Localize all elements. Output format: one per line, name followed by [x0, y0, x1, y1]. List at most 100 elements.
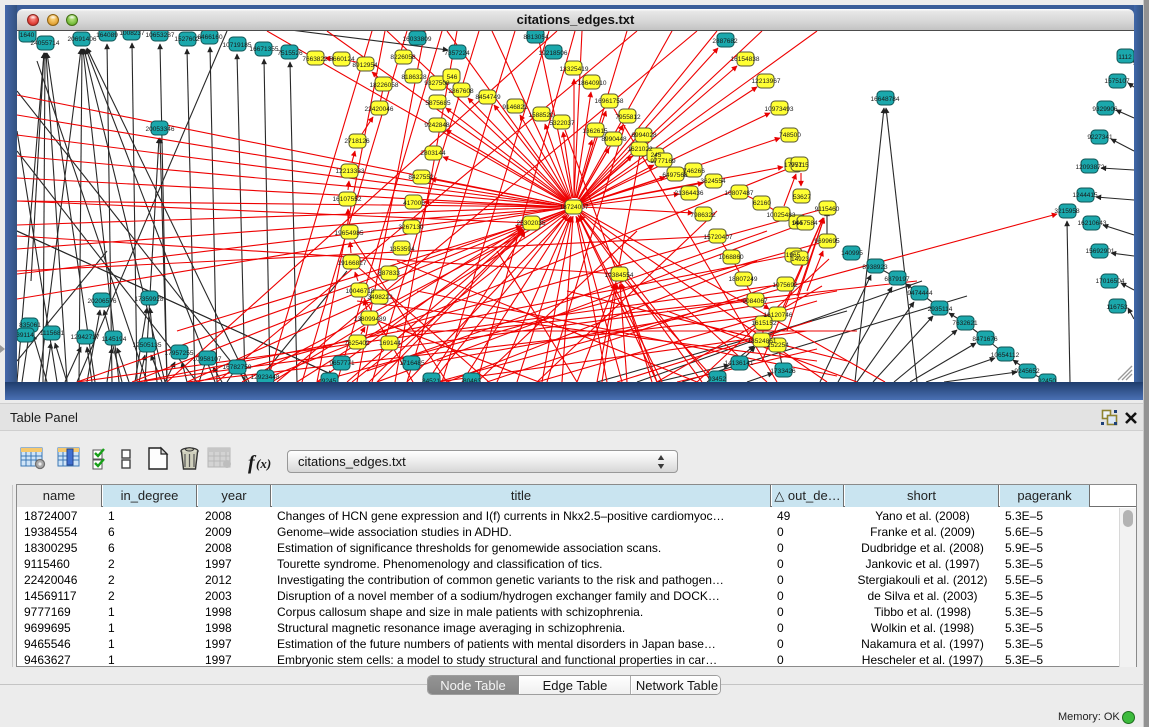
svg-text:116753: 116753 [1106, 304, 1128, 311]
svg-text:8226058: 8226058 [390, 54, 416, 61]
svg-text:39114: 39114 [17, 332, 34, 339]
svg-text:6497568: 6497568 [662, 172, 688, 179]
svg-text:3215958: 3215958 [1054, 208, 1080, 215]
svg-text:20691406: 20691406 [68, 36, 97, 43]
svg-text:1975692: 1975692 [772, 282, 798, 289]
svg-text:16033809: 16033809 [403, 36, 432, 43]
svg-text:138099489: 138099489 [354, 316, 387, 323]
svg-text:84521: 84521 [422, 378, 440, 382]
svg-text:2867608: 2867608 [448, 88, 474, 95]
svg-text:7986322: 7986322 [690, 212, 716, 219]
svg-text:6994028: 6994028 [631, 132, 657, 139]
svg-text:18724007: 18724007 [560, 204, 589, 211]
svg-text:12093872: 12093872 [1076, 164, 1105, 171]
svg-text:22420046: 22420046 [365, 106, 394, 113]
svg-text:20053346: 20053346 [146, 126, 175, 133]
svg-text:10719185: 10719185 [223, 42, 252, 49]
svg-text:14923: 14923 [791, 256, 809, 263]
svg-text:8660124: 8660124 [329, 56, 355, 63]
svg-text:748500: 748500 [779, 132, 801, 139]
svg-text:1112: 1112 [1118, 54, 1132, 61]
svg-text:835061: 835061 [19, 322, 41, 329]
svg-text:7955812: 7955812 [615, 114, 641, 121]
svg-text:3624554: 3624554 [700, 178, 726, 185]
svg-text:9329906: 9329906 [1092, 106, 1118, 113]
svg-text:9957584: 9957584 [792, 220, 818, 227]
svg-text:16210643: 16210643 [1078, 220, 1107, 227]
svg-text:25302035: 25302035 [517, 220, 546, 227]
svg-text:1362615: 1362615 [582, 128, 608, 135]
svg-text:15692901: 15692901 [1086, 248, 1115, 255]
svg-text:8990448: 8990448 [601, 136, 627, 143]
svg-text:16782759: 16782759 [223, 364, 252, 371]
svg-text:8813054: 8813054 [523, 34, 549, 41]
svg-text:15720407: 15720407 [704, 234, 733, 241]
svg-text:19384554: 19384554 [605, 272, 634, 279]
svg-text:9115460: 9115460 [815, 206, 840, 213]
svg-text:9227341: 9227341 [1087, 134, 1113, 141]
svg-text:9474444: 9474444 [907, 290, 933, 297]
svg-text:1733426: 1733426 [770, 368, 796, 375]
svg-text:9146821: 9146821 [502, 104, 528, 111]
svg-text:252254: 252254 [767, 342, 789, 349]
svg-text:16120746: 16120746 [764, 312, 793, 319]
svg-text:9777169: 9777169 [650, 158, 676, 165]
svg-text:8454749: 8454749 [475, 94, 501, 101]
svg-text:1145194: 1145194 [102, 336, 127, 343]
svg-text:887833: 887833 [378, 270, 400, 277]
svg-text:9699695: 9699695 [814, 238, 840, 245]
svg-text:3498222: 3498222 [367, 294, 393, 301]
svg-text:1115681: 1115681 [40, 330, 65, 337]
svg-text:1588520: 1588520 [528, 112, 554, 119]
svg-text:16648784: 16648784 [871, 96, 900, 103]
svg-text:1716485: 1716485 [399, 360, 425, 367]
svg-text:8471676: 8471676 [972, 336, 998, 343]
svg-text:7625402: 7625402 [344, 340, 370, 347]
svg-text:1008237: 1008237 [119, 31, 145, 37]
svg-text:1640: 1640 [20, 32, 35, 39]
svg-text:12213383: 12213383 [336, 168, 365, 175]
svg-text:7357224: 7357224 [444, 50, 470, 57]
svg-text:17957255: 17957255 [165, 350, 194, 357]
svg-text:1575107: 1575107 [1104, 78, 1130, 85]
svg-text:18226058: 18226058 [370, 82, 399, 89]
svg-text:1621022: 1621022 [627, 146, 653, 153]
svg-text:1527602: 1527602 [174, 36, 200, 43]
svg-text:546: 546 [447, 74, 458, 81]
svg-text:17359928: 17359928 [135, 296, 164, 303]
svg-text:19218506: 19218506 [539, 50, 568, 57]
svg-text:10958107: 10958107 [193, 356, 222, 363]
svg-text:5322037: 5322037 [549, 120, 575, 127]
svg-text:19654985: 19654985 [335, 230, 364, 237]
svg-text:2803144: 2803144 [420, 150, 446, 157]
svg-text:2718126: 2718126 [344, 138, 370, 145]
svg-text:8186328: 8186328 [401, 74, 427, 81]
svg-text:12942737: 12942737 [71, 334, 100, 341]
svg-text:80463: 80463 [463, 378, 481, 382]
svg-text:9084067: 9084067 [742, 298, 768, 305]
svg-text:18807249: 18807249 [729, 276, 758, 283]
svg-text:93452: 93452 [708, 376, 726, 382]
svg-text:7663822: 7663822 [302, 56, 328, 63]
svg-text:8938923: 8938923 [862, 264, 888, 271]
svg-text:1615152: 1615152 [751, 320, 777, 327]
svg-text:18640910: 18640910 [578, 80, 607, 87]
svg-text:14136141: 14136141 [725, 360, 754, 367]
svg-text:6879197: 6879197 [884, 276, 910, 283]
svg-text:20206576: 20206576 [88, 298, 117, 305]
svg-text:164089: 164089 [96, 32, 118, 39]
svg-text:10025483: 10025483 [767, 212, 796, 219]
svg-text:9245652: 9245652 [1014, 368, 1040, 375]
svg-text:19166827: 19166827 [338, 260, 367, 267]
svg-text:16107552: 16107552 [333, 196, 362, 203]
svg-text:13325419: 13325419 [560, 66, 589, 73]
svg-text:417006: 417006 [403, 200, 425, 207]
svg-text:9657771: 9657771 [329, 360, 355, 367]
svg-text:8912954: 8912954 [352, 62, 378, 69]
svg-text:10807487: 10807487 [725, 190, 754, 197]
svg-text:16671355: 16671355 [250, 46, 279, 53]
svg-text:(x): (x) [256, 456, 271, 471]
svg-text:24055714: 24055714 [31, 40, 60, 47]
svg-text:12213967: 12213967 [752, 78, 781, 85]
svg-text:3267130: 3267130 [398, 224, 424, 231]
